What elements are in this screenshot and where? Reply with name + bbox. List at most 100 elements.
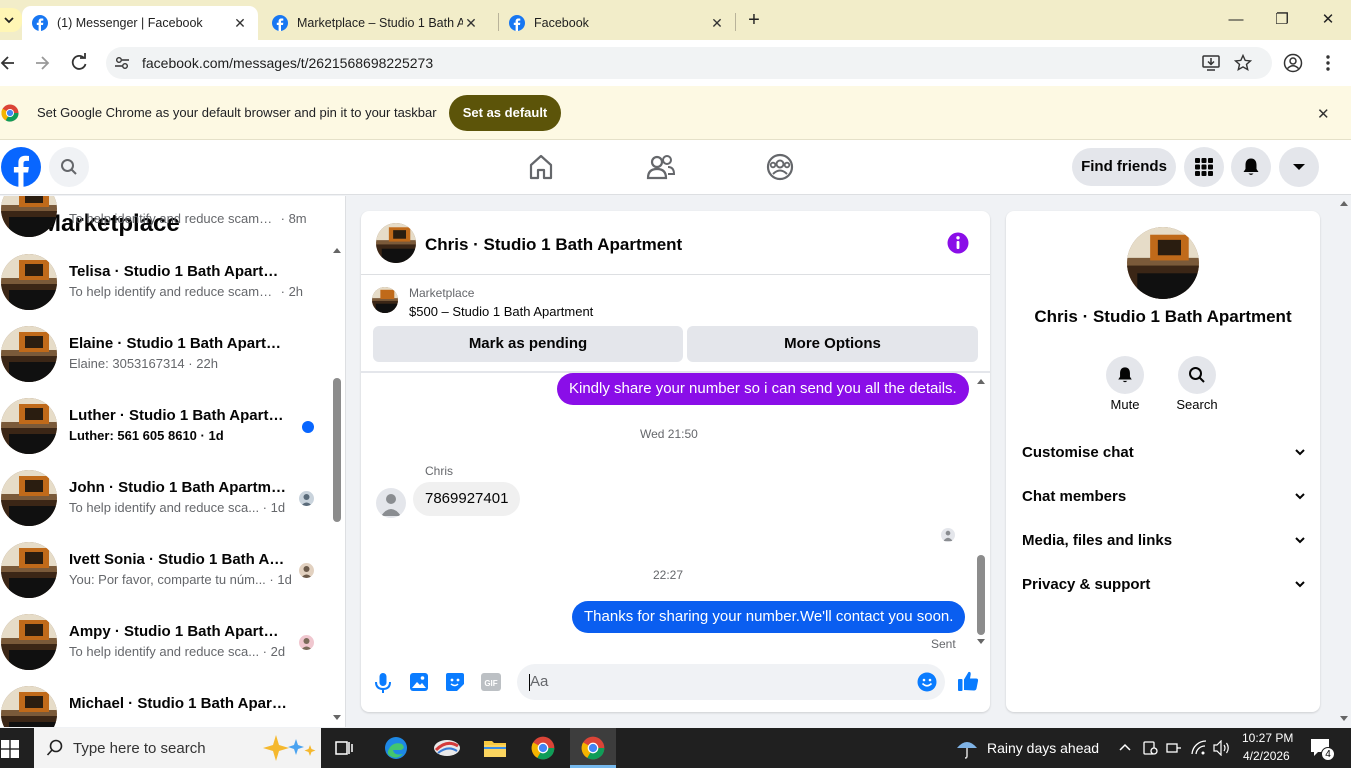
friends-nav-icon[interactable]	[646, 153, 676, 181]
close-tab-icon[interactable]: ✕	[463, 15, 479, 31]
close-tab-icon[interactable]: ✕	[232, 15, 248, 31]
search-in-conversation-button[interactable]	[1178, 356, 1216, 394]
network-plug-icon[interactable]	[1166, 740, 1182, 756]
app-icon[interactable]	[433, 737, 461, 759]
chrome-taskbar-icon[interactable]	[531, 736, 555, 760]
conversation-snippet: Luther: 561 605 8610 · 1d	[69, 428, 224, 443]
new-tab-plus-icon[interactable]: +	[742, 8, 766, 32]
sent-message-bubble[interactable]: Kindly share your number so i can send y…	[557, 373, 969, 405]
install-app-icon[interactable]	[1202, 54, 1220, 72]
site-info-icon[interactable]	[114, 55, 130, 71]
scrollbar-thumb[interactable]	[977, 555, 985, 635]
menu-button[interactable]	[1184, 147, 1224, 187]
address-bar[interactable]: facebook.com/messages/t/2621568698225273	[106, 47, 1272, 79]
close-window-icon[interactable]: ✕	[1316, 8, 1340, 32]
scrollbar-thumb[interactable]	[333, 378, 341, 522]
conversation-item[interactable]: Ampy · Studio 1 Bath Apartme... To help i…	[0, 606, 330, 678]
conversation-item[interactable]: To help identify and reduce scams ... · …	[0, 196, 330, 245]
bookmark-star-icon[interactable]	[1234, 54, 1252, 72]
file-explorer-icon[interactable]	[483, 738, 507, 758]
restore-window-icon[interactable]: ❐	[1270, 8, 1294, 32]
customise-chat-section[interactable]: Customise chat	[1022, 431, 1306, 475]
home-nav-icon[interactable]	[527, 153, 555, 181]
close-tab-icon[interactable]: ✕	[709, 15, 725, 31]
snippet-text: To help identify and reduce scams ...	[69, 284, 277, 299]
more-options-button[interactable]: More Options	[687, 326, 978, 362]
tab-facebook[interactable]: Facebook ✕	[499, 6, 735, 40]
task-view-icon[interactable]	[335, 739, 355, 757]
taskbar-search-box[interactable]: Type here to search	[34, 728, 321, 768]
chat-title[interactable]: Chris · Studio 1 Bath Apartment	[425, 235, 682, 255]
conversation-item[interactable]: Elaine · Studio 1 Bath Apartment Elaine: …	[0, 318, 330, 390]
conversation-name: Elaine · Studio 1 Bath Apartment	[69, 335, 291, 352]
edge-browser-icon[interactable]	[384, 736, 408, 760]
close-infobar-icon[interactable]: ✕	[1317, 105, 1330, 123]
tab-messenger[interactable]: (1) Messenger | Facebook ✕	[22, 6, 258, 40]
notification-center-icon[interactable]: 4	[1310, 738, 1335, 761]
facebook-logo-icon[interactable]	[1, 147, 41, 187]
notifications-button[interactable]	[1231, 147, 1271, 187]
scroll-down-arrow-icon[interactable]	[976, 638, 986, 646]
chat-members-section[interactable]: Chat members	[1022, 475, 1306, 519]
listing-thumbnail[interactable]	[372, 287, 398, 313]
tray-app-icon[interactable]	[1142, 740, 1158, 756]
mute-button[interactable]	[1106, 356, 1144, 394]
scroll-down-arrow-icon[interactable]	[332, 714, 342, 722]
conversation-item[interactable]: Luther · Studio 1 Bath Apartme... Luther:…	[0, 390, 330, 462]
tab-search-chevron-icon[interactable]	[0, 8, 22, 32]
conversation-item[interactable]: Ivett Sonia · Studio 1 Bath Apa... You: P…	[0, 534, 330, 606]
show-hidden-icons-chevron[interactable]	[1118, 742, 1132, 752]
section-label: Chat members	[1022, 488, 1127, 505]
page-scroll-up-icon[interactable]	[1339, 199, 1349, 207]
listing-title[interactable]: $500 – Studio 1 Bath Apartment	[409, 304, 593, 319]
like-thumbs-up-icon[interactable]	[957, 670, 979, 692]
weather-text[interactable]: Rainy days ahead	[987, 740, 1099, 756]
conversation-item[interactable]: Michael · Studio 1 Bath Apartment	[0, 678, 330, 727]
reload-icon[interactable]	[69, 52, 89, 74]
profile-icon[interactable]	[1283, 53, 1303, 73]
search-facebook-button[interactable]	[49, 147, 89, 187]
active-app-highlight[interactable]	[570, 728, 616, 768]
find-friends-button[interactable]: Find friends	[1072, 148, 1176, 186]
set-as-default-button[interactable]: Set as default	[449, 95, 561, 131]
wifi-icon[interactable]	[1190, 740, 1208, 756]
message-timestamp: Wed 21:50	[640, 427, 698, 441]
account-button[interactable]	[1279, 147, 1319, 187]
photo-attach-icon[interactable]	[409, 672, 429, 692]
mark-as-pending-button[interactable]: Mark as pending	[373, 326, 683, 362]
minimize-window-icon[interactable]: —	[1224, 8, 1248, 32]
scroll-up-arrow-icon[interactable]	[332, 246, 342, 254]
media-files-links-section[interactable]: Media, files and links	[1022, 519, 1306, 563]
notification-count: 4	[1321, 747, 1335, 761]
clock-date[interactable]: 4/2/2026	[1243, 749, 1290, 763]
conversation-info-icon[interactable]	[947, 232, 969, 254]
groups-nav-icon[interactable]	[766, 153, 794, 181]
clock-time[interactable]: 10:27 PM	[1242, 731, 1293, 745]
privacy-support-section[interactable]: Privacy & support	[1022, 563, 1306, 607]
forward-arrow-icon[interactable]	[33, 52, 51, 74]
sticker-icon[interactable]	[445, 672, 465, 692]
details-avatar[interactable]	[1127, 227, 1199, 299]
tab-marketplace[interactable]: Marketplace – Studio 1 Bath Apartment ✕	[262, 6, 498, 40]
sender-avatar[interactable]	[376, 488, 406, 518]
page-scroll-down-icon[interactable]	[1339, 715, 1349, 723]
chat-avatar[interactable]	[376, 223, 416, 263]
mute-label: Mute	[1110, 397, 1140, 412]
menu-kebab-icon[interactable]	[1322, 53, 1334, 73]
conversation-list-scrollbar[interactable]	[331, 246, 343, 727]
conversation-item[interactable]: Telisa · Studio 1 Bath Apartment To help …	[0, 246, 330, 318]
voice-clip-icon[interactable]	[374, 672, 392, 694]
volume-icon[interactable]	[1213, 740, 1231, 756]
scroll-up-arrow-icon[interactable]	[976, 377, 986, 385]
chat-scrollbar[interactable]	[975, 375, 987, 649]
weather-umbrella-icon[interactable]	[955, 736, 979, 760]
windows-start-icon[interactable]	[1, 740, 19, 758]
back-arrow-icon[interactable]	[0, 52, 18, 74]
emoji-icon[interactable]	[917, 672, 937, 692]
gif-icon[interactable]: GIF	[481, 673, 501, 691]
message-input[interactable]: Aa	[517, 664, 945, 700]
tab-divider	[735, 13, 736, 31]
sent-message-bubble[interactable]: Thanks for sharing your number.We'll con…	[572, 601, 966, 633]
conversation-item[interactable]: John · Studio 1 Bath Apartment To help id…	[0, 462, 330, 534]
received-message-bubble[interactable]: 7869927401	[413, 482, 521, 516]
